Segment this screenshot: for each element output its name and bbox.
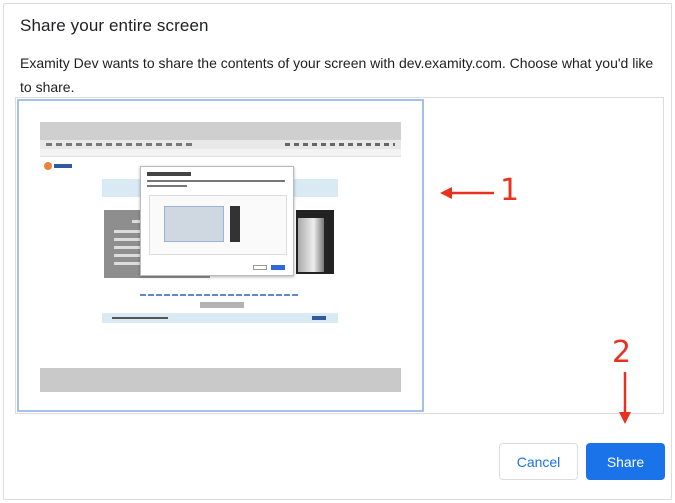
- cancel-button[interactable]: Cancel: [499, 443, 578, 480]
- annotation-arrow-down-icon: [619, 372, 631, 424]
- thumb-menu-bar: [40, 140, 401, 149]
- thumb-link-text: [140, 294, 300, 296]
- dialog-title: Share your entire screen: [20, 16, 209, 35]
- thumb-bottom-bar: [40, 368, 401, 392]
- thumb-button: [200, 302, 244, 308]
- thumb-url-bar: [40, 149, 401, 157]
- dialog-subtitle: Examity Dev wants to share the contents …: [20, 55, 654, 95]
- thumb-logo: [44, 162, 72, 171]
- screen-thumbnail: [40, 122, 401, 392]
- annotation-arrow-left-icon: [440, 187, 494, 199]
- annotation-label-1: 1: [500, 173, 520, 208]
- thumb-share-popup: [140, 166, 294, 276]
- screen-source-list: [15, 97, 664, 414]
- thumb-footer-strip: [102, 313, 338, 323]
- thumb-webcam: [296, 210, 334, 274]
- entire-screen-option[interactable]: [17, 99, 424, 412]
- share-button[interactable]: Share: [586, 443, 665, 480]
- thumb-top-bar: [40, 122, 401, 140]
- annotation-label-2: 2: [612, 335, 632, 370]
